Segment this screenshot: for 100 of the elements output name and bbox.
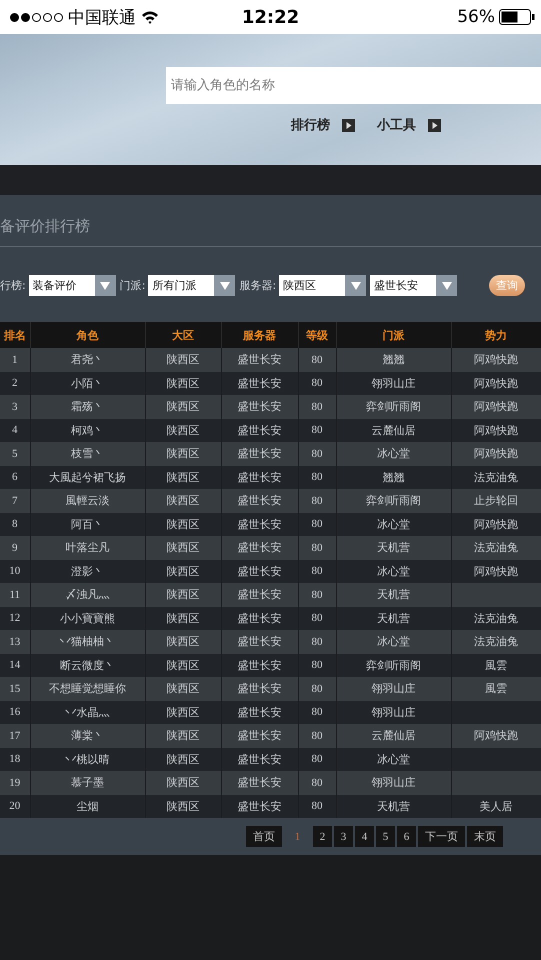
table-cell: 冰心堂 xyxy=(377,447,410,460)
table-cell: 丷桃以晴 xyxy=(66,752,110,766)
play-icon xyxy=(342,118,355,132)
table-cell: 天机营 xyxy=(377,800,410,813)
table-cell: 陕西区 xyxy=(166,447,200,460)
table-cell: 法克油兔 xyxy=(474,541,518,554)
table-cell: 冰心堂 xyxy=(377,752,410,766)
table-cell: 陕西区 xyxy=(166,776,200,790)
column-header: 势力 xyxy=(451,322,541,348)
panel-title: 备评价排行榜 xyxy=(0,217,90,235)
table-cell: 枝雪丶 xyxy=(71,447,104,460)
table-cell: 翘翘 xyxy=(382,353,404,366)
nav-link[interactable]: 排行榜 xyxy=(291,116,355,134)
table-cell: 10 xyxy=(9,565,20,578)
table-cell: 14 xyxy=(9,659,20,672)
table-cell: 陕西区 xyxy=(166,400,200,414)
table-cell: 天机营 xyxy=(377,541,410,554)
nav-link[interactable]: 小工具 xyxy=(377,116,441,134)
dropdown[interactable]: 陕西区 xyxy=(279,275,366,296)
table-cell: 阿鸡快跑 xyxy=(474,729,518,742)
table-cell: 80 xyxy=(312,636,322,648)
table-cell: 柯鸡丶 xyxy=(71,424,104,437)
dropdown[interactable]: 装备评价 xyxy=(28,275,116,296)
table-cell: 弈剑听雨阁 xyxy=(366,494,421,508)
filter-label: 门派: xyxy=(120,278,146,293)
table-cell: 80 xyxy=(312,659,322,672)
search-field[interactable]: 请输入角色的名称 xyxy=(166,67,541,104)
table-cell: 陕西区 xyxy=(166,376,200,390)
table-cell: 盛世长安 xyxy=(238,612,282,625)
table-cell: 盛世长安 xyxy=(238,518,282,531)
table-cell: 陕西区 xyxy=(166,518,200,531)
table-cell: 陕西区 xyxy=(166,729,200,742)
next-page-button[interactable]: 下一页 xyxy=(418,826,465,847)
table-cell: 法克油兔 xyxy=(474,635,518,648)
table-cell: 盛世长安 xyxy=(238,729,282,742)
dropdown[interactable]: 所有门派 xyxy=(148,275,236,296)
table-cell: 盛世长安 xyxy=(238,424,282,437)
table-cell: 80 xyxy=(312,565,322,578)
table-cell: 15 xyxy=(9,682,20,695)
table-cell: 80 xyxy=(312,494,322,507)
caret-icon xyxy=(442,282,452,290)
column-header: 排名 xyxy=(0,322,30,348)
table-cell: 盛世长安 xyxy=(238,376,282,390)
table-cell: 小小寶寶熊 xyxy=(60,612,115,625)
table-cell: 陕西区 xyxy=(166,564,200,578)
table-cell: 冰心堂 xyxy=(377,635,410,648)
table-cell: 叶落尘凡 xyxy=(66,541,110,554)
table-cell: 止步轮回 xyxy=(474,494,518,508)
signal-icon xyxy=(10,12,63,22)
table-cell: 80 xyxy=(312,588,322,601)
last-page-button[interactable]: 末页 xyxy=(467,826,503,847)
table-cell: 君尧丶 xyxy=(71,353,104,366)
table-cell: 80 xyxy=(312,612,322,624)
table-cell: 云麓仙居 xyxy=(372,729,416,742)
table-cell: 80 xyxy=(312,377,322,390)
table-cell: 80 xyxy=(312,448,322,460)
caret-icon xyxy=(220,282,230,290)
table-cell: 霜殇丶 xyxy=(71,400,104,414)
table-cell: 2 xyxy=(12,377,18,390)
table-cell: 12 xyxy=(9,612,20,624)
table-cell: 11 xyxy=(9,588,20,601)
table-cell: 翘翘 xyxy=(382,470,404,484)
table-cell: 風雲 xyxy=(485,682,507,696)
table-cell: 阿鸡快跑 xyxy=(474,400,518,414)
table-cell: 1 xyxy=(12,354,18,366)
page-button[interactable]: 6 xyxy=(397,826,416,847)
table-cell: 弈剑听雨阁 xyxy=(366,658,421,672)
page-button[interactable]: 5 xyxy=(376,826,395,847)
table-cell: 翎羽山庄 xyxy=(372,776,416,790)
table-cell: 80 xyxy=(312,518,322,530)
page-button[interactable]: 3 xyxy=(334,826,353,847)
caret-icon xyxy=(100,282,110,290)
page-button[interactable]: 4 xyxy=(355,826,374,847)
table-cell: 慕子墨 xyxy=(71,776,104,790)
first-page-button[interactable]: 首页 xyxy=(246,826,282,847)
table-cell: 丷水晶灬 xyxy=(66,706,110,719)
table-cell: 盛世长安 xyxy=(238,658,282,672)
table-cell: 阿鸡快跑 xyxy=(474,518,518,531)
table-cell: 薄棠丶 xyxy=(71,729,104,742)
table-cell: 陕西区 xyxy=(166,612,200,625)
table-cell: 翎羽山庄 xyxy=(372,706,416,719)
table-cell: 盛世长安 xyxy=(238,800,282,813)
table-cell: 盛世长安 xyxy=(238,541,282,554)
table-cell: 阿鸡快跑 xyxy=(474,353,518,366)
table-cell: 小陌丶 xyxy=(71,376,104,390)
table-cell: 大風起兮裙飞扬 xyxy=(49,470,126,484)
table-cell: 澄影丶 xyxy=(71,564,104,578)
table-cell: 盛世长安 xyxy=(238,447,282,460)
table-cell: 5 xyxy=(12,448,18,460)
dropdown[interactable]: 盛世长安 xyxy=(370,275,458,296)
caret-icon xyxy=(350,282,361,290)
table-cell: 13 xyxy=(9,636,20,648)
table-cell: 陕西区 xyxy=(166,470,200,484)
table-cell: 云麓仙居 xyxy=(372,424,416,437)
table-cell: 盛世长安 xyxy=(238,470,282,484)
filter-label: 行榜: xyxy=(0,278,26,293)
column-header: 大区 xyxy=(145,322,221,348)
play-icon xyxy=(428,118,441,132)
page-button[interactable]: 2 xyxy=(313,826,332,847)
table-cell: 80 xyxy=(312,800,322,812)
